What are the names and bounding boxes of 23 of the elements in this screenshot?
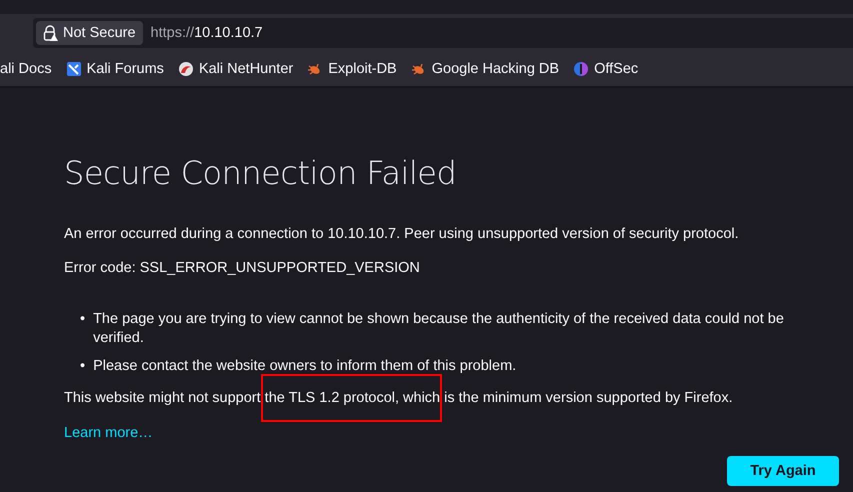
learn-more-link[interactable]: Learn more… bbox=[64, 425, 153, 441]
lock-warning-icon bbox=[42, 25, 58, 41]
bullet-text: Please contact the website owners to inform them of this problem. bbox=[93, 357, 516, 376]
error-description: An error occurred during a connection to 10.10.10.7. Peer using unsupported version of security protocol. bbox=[64, 226, 740, 242]
try-again-button[interactable]: Try Again bbox=[727, 456, 839, 486]
url-text: https://10.10.10.7 bbox=[150, 25, 263, 41]
offsec-icon bbox=[573, 61, 590, 77]
error-code: Error code: SSL_ERROR_UNSUPPORTED_VERSION bbox=[64, 260, 421, 276]
tls-note: This website might not support the TLS 1.2 protocol, which is the minimum version supported by Firefox. bbox=[64, 390, 734, 406]
bookmark-link[interactable]: Exploit-DB bbox=[307, 61, 397, 77]
error-title: Secure Connection Failed bbox=[64, 154, 458, 192]
security-indicator[interactable]: Not Secure bbox=[36, 21, 143, 45]
nethunter-icon bbox=[178, 61, 194, 77]
bullet-marker: • bbox=[80, 310, 86, 329]
bookmark-link[interactable]: Kali Forums bbox=[66, 61, 164, 77]
bookmark-link[interactable]: ali Docs bbox=[0, 61, 52, 77]
bookmark-link[interactable]: Google Hacking DB bbox=[410, 61, 560, 77]
address-field[interactable]: Not Secure https://10.10.10.7 bbox=[33, 18, 853, 48]
bookmark-link[interactable]: OffSec bbox=[573, 61, 638, 77]
bookmark-link[interactable]: Kali NetHunter bbox=[178, 61, 294, 77]
bullet-text: The page you are trying to view cannot be shown because the authenticity of the received data could not be verified. bbox=[93, 310, 785, 348]
bullet-marker: • bbox=[80, 357, 86, 376]
forum-icon bbox=[66, 61, 82, 77]
